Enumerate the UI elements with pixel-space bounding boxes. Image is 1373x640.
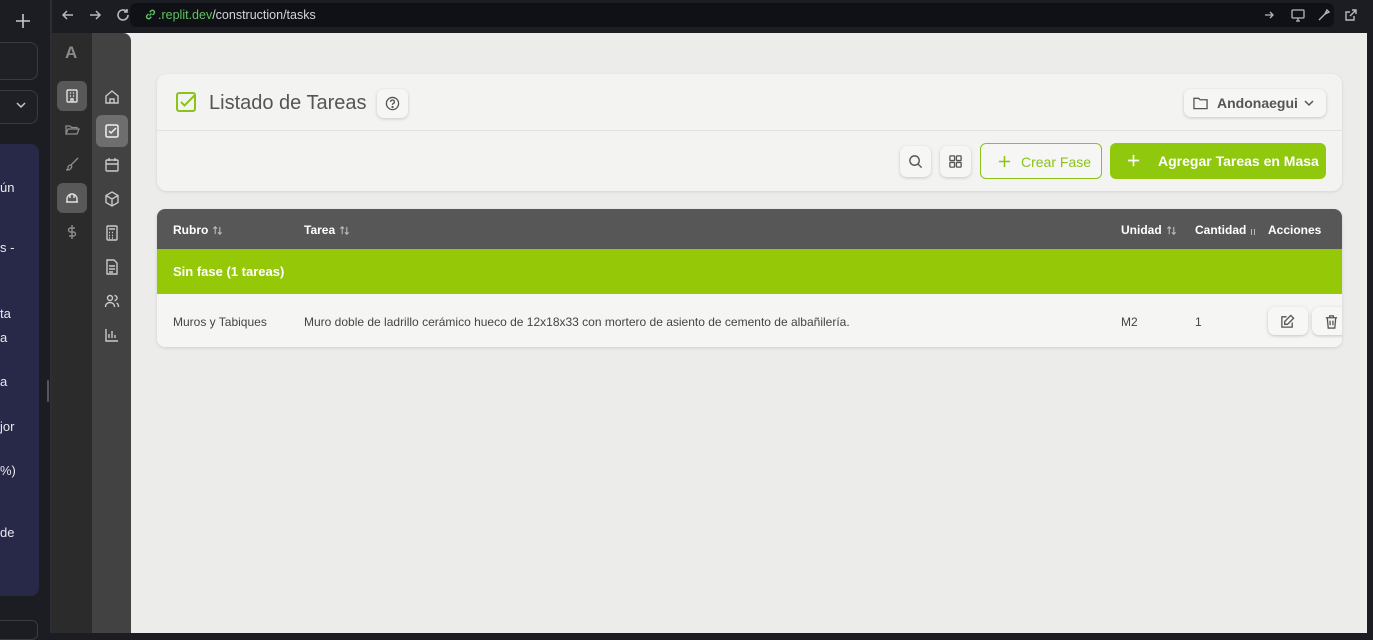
text-fragment: de xyxy=(0,525,15,540)
folder-icon xyxy=(1193,97,1208,110)
edit-button[interactable] xyxy=(1268,307,1308,335)
chart-icon[interactable] xyxy=(96,319,128,351)
organization-icon[interactable] xyxy=(57,81,87,111)
go-arrow-icon[interactable] xyxy=(1262,8,1276,22)
document-icon[interactable] xyxy=(96,251,128,283)
bulk-add-tasks-button[interactable]: Agregar Tareas en Masa xyxy=(1110,143,1326,179)
forward-arrow-icon[interactable] xyxy=(87,7,103,23)
plus-icon xyxy=(1127,154,1140,167)
text-fragment: ta xyxy=(0,306,11,321)
text-fragment: ún xyxy=(0,180,15,195)
sort-icon xyxy=(339,225,350,236)
text-fragment: s - xyxy=(0,240,15,255)
table-row: Muros y Tabiques Muro doble de ladrillo … xyxy=(157,294,1342,347)
sort-icon xyxy=(212,225,223,236)
phase-group-label: Sin fase (1 tareas) xyxy=(173,264,285,279)
cell-cantidad: 1 xyxy=(1195,315,1202,329)
column-label: Unidad xyxy=(1121,223,1162,237)
phase-group-row[interactable]: Sin fase (1 tareas) xyxy=(157,249,1342,294)
search-icon xyxy=(909,155,923,169)
back-arrow-icon[interactable] xyxy=(60,7,76,23)
users-icon[interactable] xyxy=(96,285,128,317)
url-domain: .replit.dev xyxy=(158,8,213,22)
plus-icon xyxy=(998,155,1011,168)
secondary-sidebar xyxy=(92,33,131,633)
bulk-add-label: Agregar Tareas en Masa xyxy=(1158,153,1319,169)
package-icon[interactable] xyxy=(96,183,128,215)
header-divider xyxy=(157,130,1342,131)
column-header-acciones: Acciones xyxy=(1268,223,1322,237)
chevron-down-icon xyxy=(1304,100,1314,107)
calendar-icon[interactable] xyxy=(96,149,128,181)
calculator-icon[interactable] xyxy=(96,217,128,249)
create-phase-label: Crear Fase xyxy=(1021,154,1092,170)
cell-rubro: Muros y Tabiques xyxy=(173,315,267,329)
chevron-down-icon[interactable] xyxy=(14,98,28,112)
column-header-rubro[interactable]: Rubro xyxy=(173,223,223,237)
column-header-tarea[interactable]: Tarea xyxy=(304,223,350,237)
table-header: Rubro Tarea Unidad Cantidad Acciones xyxy=(157,209,1342,249)
plus-icon[interactable] xyxy=(12,10,34,32)
sort-icon xyxy=(1250,228,1256,236)
app-window: A Listado de Tareas Andonaegui Crear Fas… xyxy=(52,33,1367,633)
page-header-card: Listado de Tareas Andonaegui Crear Fase … xyxy=(157,74,1342,191)
home-icon[interactable] xyxy=(96,81,128,113)
page-title: Listado de Tareas xyxy=(209,92,367,114)
cell-tarea: Muro doble de ladrillo cerámico hueco de… xyxy=(304,315,850,329)
devtools-icon[interactable] xyxy=(1316,7,1332,23)
edit-icon xyxy=(1281,314,1295,328)
project-name: Andonaegui xyxy=(1217,95,1298,111)
replit-side-panel: ún s - ta a a jor %) de xyxy=(0,0,50,640)
tasks-check-icon xyxy=(175,91,197,113)
cell-unidad: M2 xyxy=(1121,315,1138,329)
project-selector[interactable]: Andonaegui xyxy=(1184,89,1326,117)
panel-bottom-box[interactable] xyxy=(0,620,38,640)
external-link-icon[interactable] xyxy=(1343,7,1359,23)
link-icon xyxy=(144,8,157,21)
column-label: Cantidad xyxy=(1195,223,1247,237)
search-button[interactable] xyxy=(900,146,931,177)
text-fragment: a xyxy=(0,374,8,389)
hard-hat-icon[interactable] xyxy=(57,183,87,213)
assistant-message-card: ún s - ta a a jor %) de xyxy=(0,144,39,596)
resize-handle[interactable] xyxy=(47,380,49,402)
column-header-cantidad[interactable]: Cantidad xyxy=(1195,223,1256,237)
brush-icon[interactable] xyxy=(57,149,87,179)
url-text[interactable]: .replit.dev/construction/tasks xyxy=(158,8,316,22)
reload-icon[interactable] xyxy=(115,7,131,23)
help-icon xyxy=(385,96,400,111)
create-phase-button[interactable]: Crear Fase xyxy=(980,143,1102,179)
delete-button[interactable] xyxy=(1312,307,1342,335)
app-logo[interactable]: A xyxy=(65,43,77,63)
grid-view-button[interactable] xyxy=(940,146,971,177)
browser-toolbar: .replit.dev/construction/tasks 2 xyxy=(52,0,1373,33)
folder-open-icon[interactable] xyxy=(57,115,87,145)
panel-input-box[interactable] xyxy=(0,42,38,80)
text-fragment: a xyxy=(0,330,8,345)
column-label: Rubro xyxy=(173,223,209,237)
primary-sidebar: A xyxy=(52,33,92,633)
grid-icon xyxy=(949,155,962,168)
text-fragment: %) xyxy=(0,463,16,478)
devices-icon[interactable] xyxy=(1290,7,1306,23)
help-button[interactable] xyxy=(377,89,408,118)
window-edge xyxy=(1367,33,1373,633)
url-path: /construction/tasks xyxy=(212,8,316,22)
tasks-table: Rubro Tarea Unidad Cantidad Acciones Sin… xyxy=(157,209,1342,347)
dollar-icon[interactable] xyxy=(57,217,87,247)
sort-icon xyxy=(1166,225,1177,236)
column-label: Tarea xyxy=(304,223,336,237)
text-fragment: jor xyxy=(0,419,15,434)
tasks-icon[interactable] xyxy=(96,115,128,147)
column-header-unidad[interactable]: Unidad xyxy=(1121,223,1177,237)
trash-icon xyxy=(1325,315,1338,329)
